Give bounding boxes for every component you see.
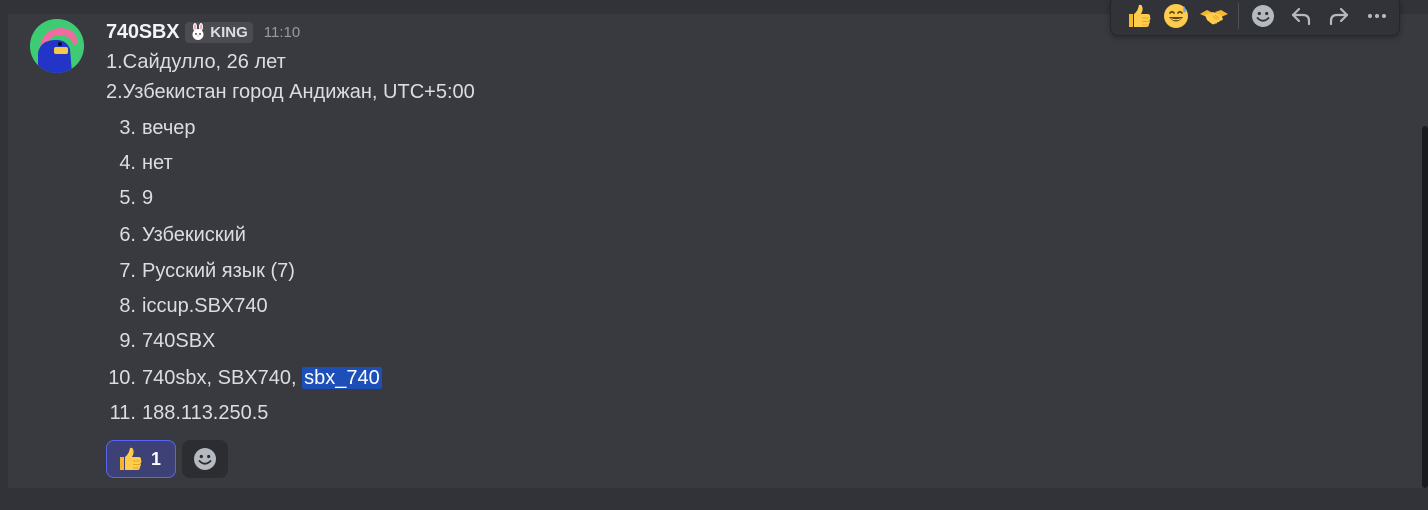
list-item: 5. 9 [106, 185, 153, 211]
role-tag[interactable]: KING [185, 21, 253, 43]
more-icon [1368, 14, 1386, 18]
list-text: 740sbx, SBX740, [142, 367, 303, 389]
forward-icon [1329, 7, 1349, 26]
add-reaction-button[interactable] [1244, 0, 1282, 34]
forward-button[interactable] [1320, 0, 1358, 34]
avatar-icon [30, 19, 84, 73]
list-number: 11. [109, 402, 136, 424]
message-line: 2.Узбекистан город Андижан, UTC+5:00 [106, 81, 475, 103]
list-item: 3. вечер [106, 115, 196, 141]
more-button[interactable] [1358, 0, 1396, 34]
list-text: 188.113.250.5 [142, 402, 269, 424]
reply-icon [1291, 7, 1311, 26]
user-avatar[interactable] [30, 19, 84, 73]
list-text: iccup.SBX740 [142, 295, 268, 317]
role-tag-label: KING [210, 23, 248, 41]
list-item: 11. 188.113.250.5 [106, 400, 269, 426]
list-text: 740SBX [142, 330, 216, 352]
thumbs-up-icon [1129, 4, 1151, 28]
list-number: 9. [119, 330, 136, 352]
list-number: 3. [119, 117, 136, 139]
quick-reaction-thumbs-up[interactable] [1119, 0, 1157, 34]
list-text: 9 [142, 187, 154, 209]
reply-button[interactable] [1282, 0, 1320, 34]
add-reaction-button[interactable] [182, 440, 228, 478]
quick-reaction-sweat-smile[interactable] [1157, 0, 1195, 34]
message-toolbar [1110, 0, 1400, 36]
thumbs-up-icon [120, 447, 142, 470]
message-header: 740SBX KING 11:10 [106, 19, 300, 45]
timestamp[interactable]: 11:10 [264, 24, 300, 41]
list-number: 4. [119, 152, 136, 174]
handshake-icon [1200, 10, 1228, 25]
toolbar-divider [1238, 3, 1239, 29]
chat-view: 740SBX KING 11:10 1.Сайдулло, 26 лет 2.У… [0, 0, 1428, 510]
reaction-count: 1 [151, 448, 162, 469]
list-text: Русский язык (7) [142, 260, 295, 282]
list-item: 7. Русский язык (7) [106, 258, 295, 284]
username[interactable]: 740SBX [106, 21, 179, 44]
list-text: вечер [142, 117, 196, 139]
list-number: 10. [108, 367, 136, 389]
message-line: 1.Сайдулло, 26 лет [106, 51, 286, 73]
list-number: 6. [119, 224, 136, 246]
list-text: Узбекиский [142, 224, 246, 246]
add-reaction-icon [1252, 5, 1274, 27]
list-item: 8. iccup.SBX740 [106, 293, 268, 319]
list-number: 8. [119, 295, 136, 317]
list-item: 10. 740sbx, SBX740, sbx_740 [106, 365, 382, 391]
list-item: 4. нет [106, 150, 173, 176]
add-reaction-icon [194, 448, 216, 470]
quick-reaction-handshake[interactable] [1195, 0, 1233, 34]
list-text: нет [142, 152, 173, 174]
list-number: 5. [119, 187, 136, 209]
list-item: 9. 740SBX [106, 328, 215, 354]
sweat-smile-icon [1164, 4, 1188, 28]
reaction-thumbs-up[interactable]: 1 [106, 440, 176, 478]
bunny-icon [192, 23, 204, 40]
list-item: 6. Узбекиский [106, 222, 246, 248]
selected-text[interactable]: sbx_740 [302, 367, 382, 389]
scrollbar-thumb[interactable] [1422, 126, 1428, 488]
list-number: 7. [119, 260, 136, 282]
